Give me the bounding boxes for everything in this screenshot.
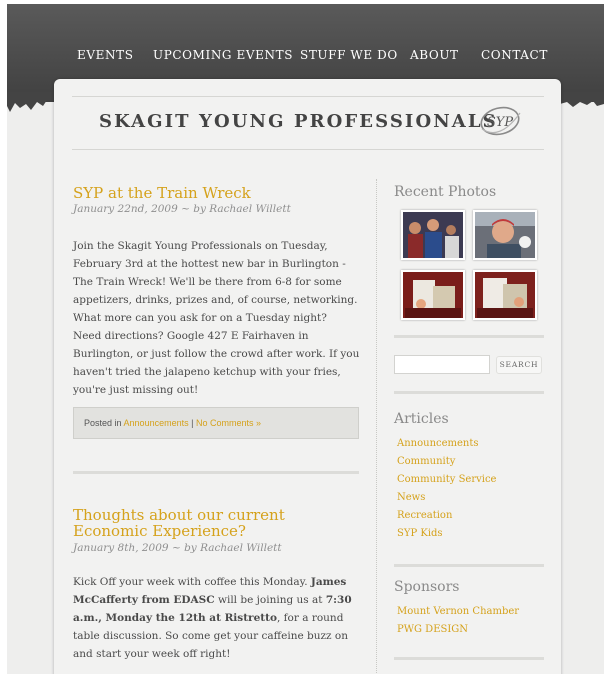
post-text: Kick Off your week with coffee this Mond… xyxy=(73,576,311,588)
footer-separator: | xyxy=(191,418,194,428)
photo-thumbnail-image xyxy=(475,212,535,258)
content-card: SKAGIT YOUNG PROFESSIONALS SYP SYP at th… xyxy=(54,79,561,674)
article-link-syp-kids[interactable]: SYP Kids xyxy=(397,525,496,543)
nav-contact[interactable]: CONTACT xyxy=(481,48,548,62)
nav-stuff-we-do[interactable]: STUFF WE DO xyxy=(300,48,398,62)
nav-about[interactable]: ABOUT xyxy=(410,48,459,62)
sponsor-link-pwg-design[interactable]: PWG DESIGN xyxy=(397,621,519,639)
nav-upcoming-events[interactable]: UPCOMING EVENTS xyxy=(153,48,293,62)
post-body: Join the Skagit Young Professionals on T… xyxy=(73,237,363,399)
banner-top-rule xyxy=(72,96,544,97)
column-divider xyxy=(376,179,377,674)
photo-thumbnail[interactable] xyxy=(401,270,465,320)
post-paragraph: Need directions? Google 427 E Fairhaven … xyxy=(73,330,360,396)
photo-thumbnail[interactable] xyxy=(401,210,465,260)
photo-thumbnail-image xyxy=(403,212,463,258)
sidebar-rule xyxy=(394,391,544,394)
article-link-recreation[interactable]: Recreation xyxy=(397,507,496,525)
articles-heading: Articles xyxy=(394,411,449,427)
post-title[interactable]: SYP at the Train Wreck xyxy=(73,185,363,201)
sidebar-rule xyxy=(394,657,544,660)
main-nav: EVENTS UPCOMING EVENTS STUFF WE DO ABOUT… xyxy=(7,48,604,68)
article-link-announcements[interactable]: Announcements xyxy=(397,435,496,453)
syp-logo-icon[interactable]: SYP xyxy=(478,101,522,141)
article-link-community-service[interactable]: Community Service xyxy=(397,471,496,489)
post-meta: January 22nd, 2009 ~ by Rachael Willett xyxy=(73,203,291,215)
article-link-news[interactable]: News xyxy=(397,489,496,507)
comments-link[interactable]: No Comments » xyxy=(196,418,261,428)
photo-thumbnail-image xyxy=(475,272,535,318)
recent-photos-heading: Recent Photos xyxy=(394,184,497,200)
post-meta: January 8th, 2009 ~ by Rachael Willett xyxy=(73,542,282,554)
sidebar-rule xyxy=(394,564,544,567)
banner-bottom-rule xyxy=(72,149,544,150)
photo-thumbnail[interactable] xyxy=(473,210,537,260)
post-divider xyxy=(73,471,359,474)
post-paragraph: Join the Skagit Young Professionals on T… xyxy=(73,240,358,324)
search-button[interactable]: SEARCH xyxy=(496,356,542,374)
post-footer: Posted in Announcements | No Comments » xyxy=(73,407,359,439)
search-input[interactable] xyxy=(394,355,490,374)
photo-thumbnail[interactable] xyxy=(473,270,537,320)
articles-list: Announcements Community Community Servic… xyxy=(397,435,496,543)
nav-events[interactable]: EVENTS xyxy=(77,48,134,62)
category-link[interactable]: Announcements xyxy=(124,418,189,428)
sponsor-link-mount-vernon-chamber[interactable]: Mount Vernon Chamber xyxy=(397,603,519,621)
photo-thumbnail-image xyxy=(403,272,463,318)
sponsors-list: Mount Vernon Chamber PWG DESIGN xyxy=(397,603,519,639)
page-frame: EVENTS UPCOMING EVENTS STUFF WE DO ABOUT… xyxy=(7,4,604,674)
site-title[interactable]: SKAGIT YOUNG PROFESSIONALS xyxy=(99,111,496,132)
logo-text: SYP xyxy=(487,115,513,130)
sidebar-rule xyxy=(394,335,544,338)
post-title[interactable]: Thoughts about our current Economic Expe… xyxy=(73,507,363,539)
post-text: will be joining us at xyxy=(214,594,326,606)
article-link-community[interactable]: Community xyxy=(397,453,496,471)
sponsors-heading: Sponsors xyxy=(394,579,460,595)
post-body: Kick Off your week with coffee this Mond… xyxy=(73,573,363,663)
posted-in-label: Posted in xyxy=(84,418,122,428)
